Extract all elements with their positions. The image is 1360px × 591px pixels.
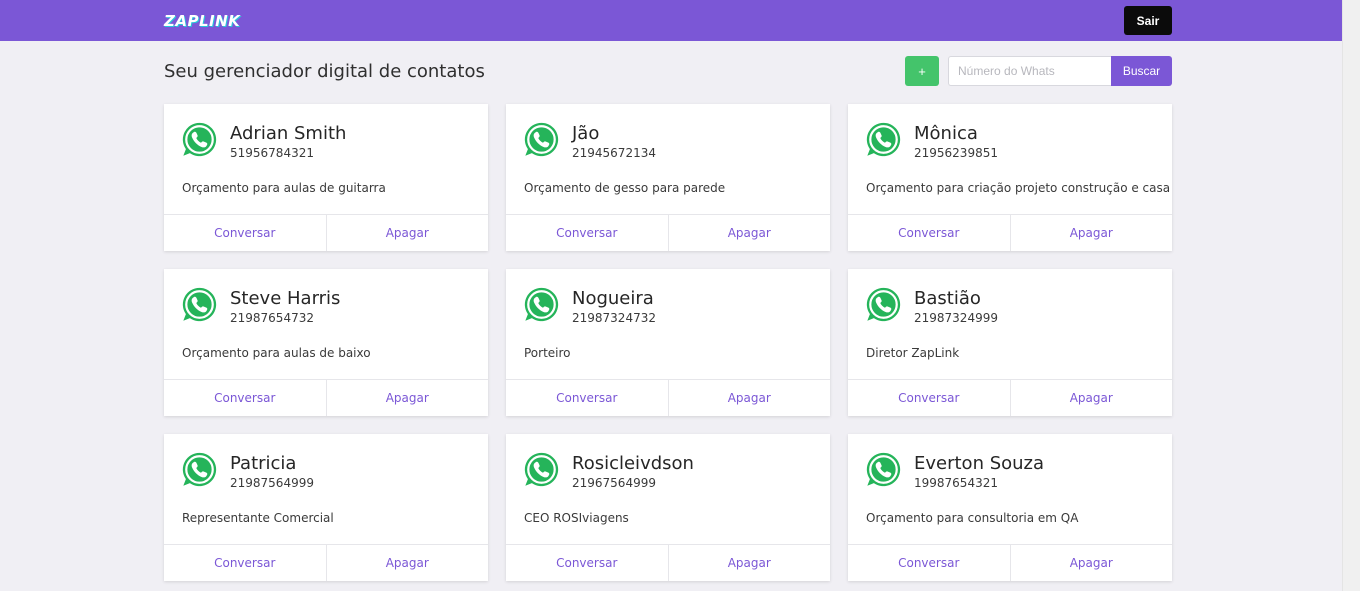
card-actions: Conversar Apagar	[506, 544, 830, 581]
whatsapp-number-search-input[interactable]	[948, 56, 1111, 86]
contact-name: Patricia	[230, 453, 297, 474]
contact-name: Everton Souza	[914, 453, 1045, 474]
card-actions: Conversar Apagar	[848, 214, 1172, 251]
whatsapp-icon	[866, 122, 901, 157]
delete-button[interactable]: Apagar	[1009, 545, 1173, 581]
contact-phone: 21987324732	[572, 311, 656, 325]
contact-name: Rosicleivdson	[572, 453, 694, 474]
logo-text: ZAPLINK	[164, 12, 241, 30]
contact-description: Orçamento para consultoria em QA	[866, 511, 1079, 525]
whatsapp-icon	[182, 122, 217, 157]
card-actions: Conversar Apagar	[164, 214, 488, 251]
contact-card: Rosicleivdson 21967564999 CEO ROSIviagen…	[506, 434, 830, 581]
card-actions: Conversar Apagar	[848, 379, 1172, 416]
whatsapp-icon	[182, 452, 217, 487]
contact-card: Mônica 21956239851 Orçamento para criaçã…	[848, 104, 1172, 251]
card-actions: Conversar Apagar	[848, 544, 1172, 581]
chat-button[interactable]: Conversar	[848, 545, 1010, 581]
card-actions: Conversar Apagar	[164, 379, 488, 416]
contact-card: Patricia 21987564999 Representante Comer…	[164, 434, 488, 581]
card-actions: Conversar Apagar	[506, 379, 830, 416]
contact-description: Diretor ZapLink	[866, 346, 960, 360]
contact-phone: 21987654732	[230, 311, 314, 325]
delete-button[interactable]: Apagar	[1009, 380, 1173, 416]
contact-description: Orçamento para aulas de baixo	[182, 346, 371, 360]
contact-phone: 21967564999	[572, 476, 656, 490]
whatsapp-icon	[866, 287, 901, 322]
contact-name: Nogueira	[572, 288, 654, 309]
logout-button[interactable]: Sair	[1124, 6, 1172, 35]
delete-button[interactable]: Apagar	[325, 380, 489, 416]
search-button[interactable]: Buscar	[1111, 56, 1172, 86]
contact-phone: 21956239851	[914, 146, 998, 160]
contact-phone: 51956784321	[230, 146, 314, 160]
contact-name: Adrian Smith	[230, 123, 347, 144]
chat-button[interactable]: Conversar	[848, 215, 1010, 251]
chat-button[interactable]: Conversar	[506, 380, 668, 416]
contact-description: Orçamento para aulas de guitarra	[182, 181, 386, 195]
contact-card: Adrian Smith 51956784321 Orçamento para …	[164, 104, 488, 251]
top-navbar: ZAPLINK Sair	[0, 0, 1342, 41]
whatsapp-icon	[524, 452, 559, 487]
chat-button[interactable]: Conversar	[164, 545, 326, 581]
contact-description: Orçamento de gesso para parede	[524, 181, 726, 195]
contact-description: Orçamento para criação projeto construçã…	[866, 181, 1171, 195]
contact-card: Bastião 21987324999 Diretor ZapLink Conv…	[848, 269, 1172, 416]
contact-name: Steve Harris	[230, 288, 341, 309]
contact-name: Mônica	[914, 123, 978, 144]
vertical-scrollbar[interactable]	[1342, 0, 1360, 591]
delete-button[interactable]: Apagar	[325, 545, 489, 581]
whatsapp-icon	[866, 452, 901, 487]
card-actions: Conversar Apagar	[164, 544, 488, 581]
whatsapp-icon	[182, 287, 217, 322]
whatsapp-icon	[524, 287, 559, 322]
page-title: Seu gerenciador digital de contatos	[164, 61, 485, 82]
delete-button[interactable]: Apagar	[667, 215, 831, 251]
contact-description: Representante Comercial	[182, 511, 334, 525]
contact-phone: 21987324999	[914, 311, 998, 325]
contact-description: CEO ROSIviagens	[524, 511, 629, 525]
chat-button[interactable]: Conversar	[506, 545, 668, 581]
delete-button[interactable]: Apagar	[667, 545, 831, 581]
contact-phone: 19987654321	[914, 476, 998, 490]
chat-button[interactable]: Conversar	[506, 215, 668, 251]
contact-card: Nogueira 21987324732 Porteiro Conversar …	[506, 269, 830, 416]
chat-button[interactable]: Conversar	[164, 215, 326, 251]
whatsapp-icon	[524, 122, 559, 157]
contact-card: Jão 21945672134 Orçamento de gesso para …	[506, 104, 830, 251]
contact-grid: Adrian Smith 51956784321 Orçamento para …	[164, 104, 1172, 581]
contact-description: Porteiro	[524, 346, 571, 360]
delete-button[interactable]: Apagar	[325, 215, 489, 251]
contact-name: Jão	[572, 123, 600, 144]
contact-phone: 21987564999	[230, 476, 314, 490]
contact-name: Bastião	[914, 288, 981, 309]
chat-button[interactable]: Conversar	[164, 380, 326, 416]
delete-button[interactable]: Apagar	[667, 380, 831, 416]
card-actions: Conversar Apagar	[506, 214, 830, 251]
add-contact-button[interactable]: +	[905, 56, 939, 86]
contact-card: Everton Souza 19987654321 Orçamento para…	[848, 434, 1172, 581]
contact-phone: 21945672134	[572, 146, 656, 160]
chat-button[interactable]: Conversar	[848, 380, 1010, 416]
contact-card: Steve Harris 21987654732 Orçamento para …	[164, 269, 488, 416]
delete-button[interactable]: Apagar	[1009, 215, 1173, 251]
zaplink-logo[interactable]: ZAPLINK	[164, 11, 240, 31]
